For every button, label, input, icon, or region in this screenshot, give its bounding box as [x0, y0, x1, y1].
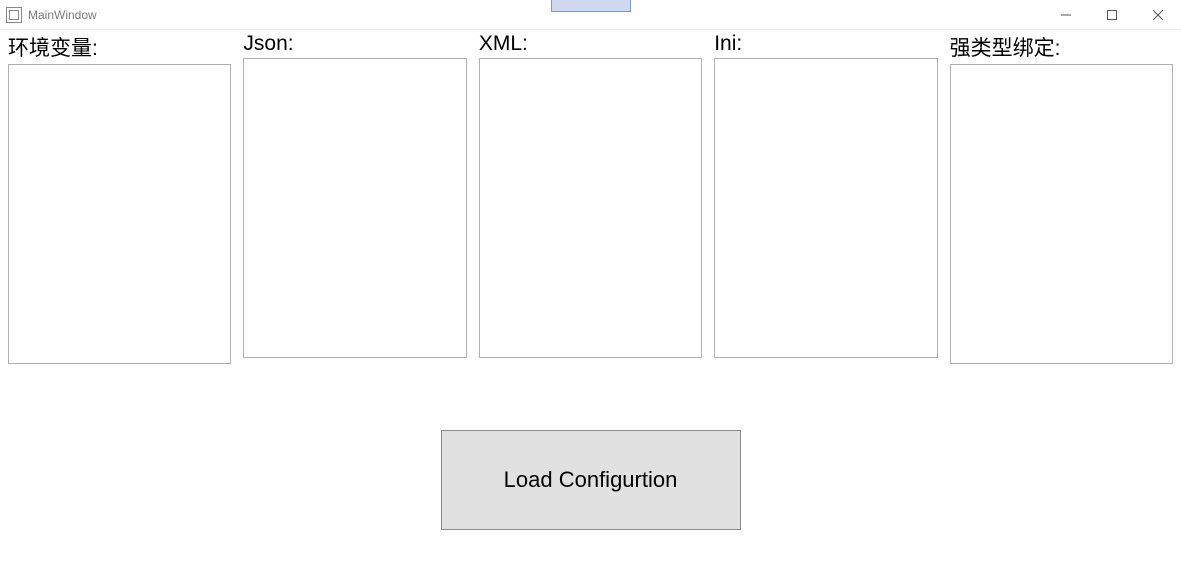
column-json: Json:: [243, 32, 466, 364]
app-icon: [6, 7, 22, 23]
column-ini: Ini:: [714, 32, 937, 364]
maximize-icon: [1107, 10, 1117, 20]
close-button[interactable]: [1135, 0, 1181, 30]
window-controls: [1043, 0, 1181, 30]
titlebar: MainWindow: [0, 0, 1181, 30]
textbox-json[interactable]: [243, 58, 466, 358]
label-json: Json:: [243, 32, 466, 56]
column-xml: XML:: [479, 32, 702, 364]
label-ini: Ini:: [714, 32, 937, 56]
load-configuration-button[interactable]: Load Configurtion: [441, 430, 741, 530]
label-typed: 强类型绑定:: [950, 32, 1173, 62]
label-xml: XML:: [479, 32, 702, 56]
textbox-ini[interactable]: [714, 58, 937, 358]
minimize-button[interactable]: [1043, 0, 1089, 30]
maximize-button[interactable]: [1089, 0, 1135, 30]
textbox-typed[interactable]: [950, 64, 1173, 364]
close-icon: [1153, 10, 1163, 20]
textbox-xml[interactable]: [479, 58, 702, 358]
column-typed: 强类型绑定:: [950, 32, 1173, 364]
column-env: 环境变量:: [8, 32, 231, 364]
button-row: Load Configurtion: [8, 430, 1173, 530]
columns-row: 环境变量: Json: XML: Ini: 强类型绑定:: [8, 30, 1173, 364]
window-title: MainWindow: [28, 8, 97, 22]
debug-tab[interactable]: [551, 0, 631, 12]
textbox-env[interactable]: [8, 64, 231, 364]
label-env: 环境变量:: [8, 32, 231, 62]
minimize-icon: [1061, 10, 1071, 20]
content-area: 环境变量: Json: XML: Ini: 强类型绑定: Load Config…: [0, 30, 1181, 530]
